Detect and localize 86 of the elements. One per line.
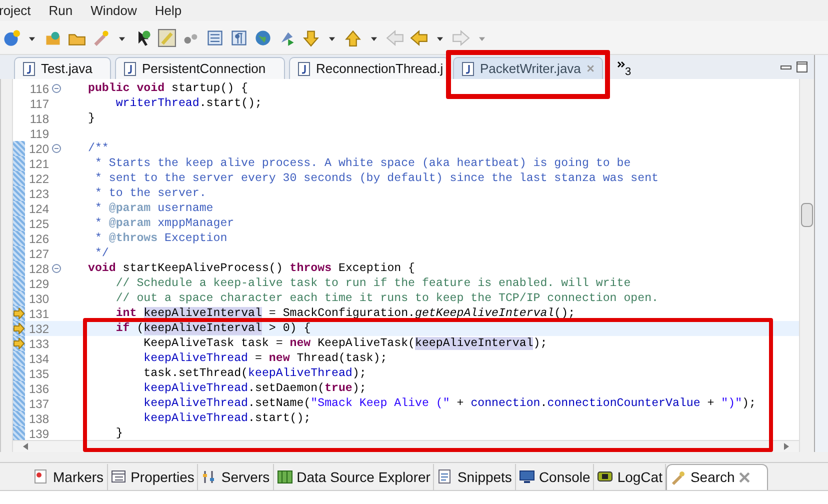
wand-icon[interactable] [92, 28, 110, 46]
line-number: 134 [28, 350, 49, 368]
chevron-icon [617, 61, 625, 68]
line-number: 118 [28, 110, 49, 128]
pilcrow-icon[interactable] [230, 28, 248, 46]
highlighter-icon[interactable] [158, 28, 176, 46]
code-line: keepAliveThread.setDaemon(true); [142, 380, 366, 397]
code-line: task.setThread(keepAliveThread); [142, 366, 366, 382]
code-line: * to the server. [94, 186, 206, 202]
close-icon[interactable] [738, 472, 750, 483]
code-line: } [114, 426, 123, 440]
line-number: 131 [28, 306, 49, 322]
collapse-icon[interactable] [52, 84, 60, 93]
line-number: 124 [28, 200, 49, 218]
scroll-left-icon[interactable] [23, 443, 29, 450]
code-line: } [87, 110, 95, 127]
code-line: * @param username [94, 200, 214, 217]
line-number: 125 [28, 216, 49, 232]
line-number: 133 [28, 336, 49, 352]
code-line: if (keepAliveInterval > 0) { [114, 320, 311, 337]
line-number: 119 [28, 126, 49, 142]
code-line: * sent to the server every 30 seconds (by default) since the last stanza was sent [94, 170, 659, 187]
menu-item[interactable]: Run [48, 0, 73, 20]
editor-tab[interactable]: Test.java [14, 57, 111, 79]
editor-tab[interactable]: PacketWriter.java [453, 57, 603, 79]
line-number: 122 [28, 170, 49, 188]
monitor-icon [518, 469, 535, 485]
code-line: public void startup() { [87, 80, 248, 97]
line-number: 126 [28, 230, 49, 248]
line-number: 129 [28, 276, 49, 292]
line-number: 136 [28, 380, 49, 398]
wand-icon [670, 470, 686, 486]
code-line: keepAliveThread = new Thread(task); [142, 350, 388, 367]
line-number: 127 [28, 246, 49, 262]
menu-item[interactable]: Window [90, 0, 137, 20]
line-number: 117 [28, 96, 49, 112]
line-number: 116 [28, 80, 49, 98]
file-icon [462, 62, 474, 76]
code-line: writerThread.start(); [114, 96, 262, 112]
menu-item[interactable]: roject [0, 0, 31, 20]
file-icon [124, 62, 136, 76]
code-line: keepAliveThread.start(); [142, 410, 311, 427]
code-line: int keepAliveInterval = SmackConfiguration.getKeepAliveInterval(); [114, 306, 576, 322]
line-number: 138 [28, 410, 49, 428]
line-number: 137 [28, 396, 49, 412]
panel-tab[interactable]: Search [666, 464, 768, 490]
file-icon [23, 62, 35, 76]
line-number: 120 [28, 140, 49, 158]
code-line: * Starts the keep alive process. A white space (aka heartbeat) is going to be [94, 156, 631, 172]
line-number: 132 [28, 320, 49, 338]
code-line: // out a space character each time it runs to keep the TCP/IP connection open. [114, 290, 659, 307]
code-line: KeepAliveTask task = new KeepAliveTask(keepAliveInterval); [142, 336, 548, 352]
arrow-down-icon[interactable] [302, 28, 320, 46]
maximize-icon[interactable] [796, 61, 808, 73]
menu-item[interactable]: Help [154, 0, 182, 20]
code-line: // Schedule a keep-alive task to run if the feature is enabled. will write [114, 276, 631, 292]
overflow-tabs-button[interactable]: 3 [617, 61, 632, 77]
line-number: 130 [28, 290, 49, 308]
grid-icon [276, 469, 293, 485]
file-icon [298, 62, 310, 76]
code-line: void startKeepAliveProcess() throws Exception { [87, 260, 416, 277]
code-line: */ [94, 246, 109, 262]
document-icon [437, 469, 454, 485]
close-icon[interactable] [586, 63, 594, 74]
table-icon [110, 469, 127, 485]
line-number: 135 [28, 366, 49, 382]
scroll-right-icon[interactable] [783, 443, 789, 450]
line-number: 139 [28, 426, 49, 440]
clipboard-icon [33, 469, 49, 485]
collapse-icon[interactable] [52, 144, 60, 153]
code-line: * @throws Exception [94, 230, 228, 247]
code-line: keepAliveThread.setName("Smack Keep Alive (" + connection.connectionCounterValue + ")"); [142, 396, 756, 412]
vertical-scrollbar[interactable] [799, 79, 814, 452]
code-line: /** [87, 140, 109, 157]
line-number: 121 [28, 156, 49, 172]
code-line: * @param xmppManager [94, 216, 234, 232]
line-number: 123 [28, 186, 49, 202]
line-number: 128 [28, 260, 49, 278]
collapse-icon[interactable] [52, 264, 60, 273]
arrow-up-icon[interactable] [344, 28, 362, 46]
editor-tab[interactable]: PersistentConnection [115, 57, 285, 79]
editor-tab[interactable]: ReconnectionThread.j [289, 57, 449, 79]
scrollbar-thumb[interactable] [801, 203, 813, 227]
globe-icon[interactable] [254, 28, 272, 46]
list-icon[interactable] [206, 28, 224, 46]
arrow-left-icon[interactable] [410, 28, 428, 46]
